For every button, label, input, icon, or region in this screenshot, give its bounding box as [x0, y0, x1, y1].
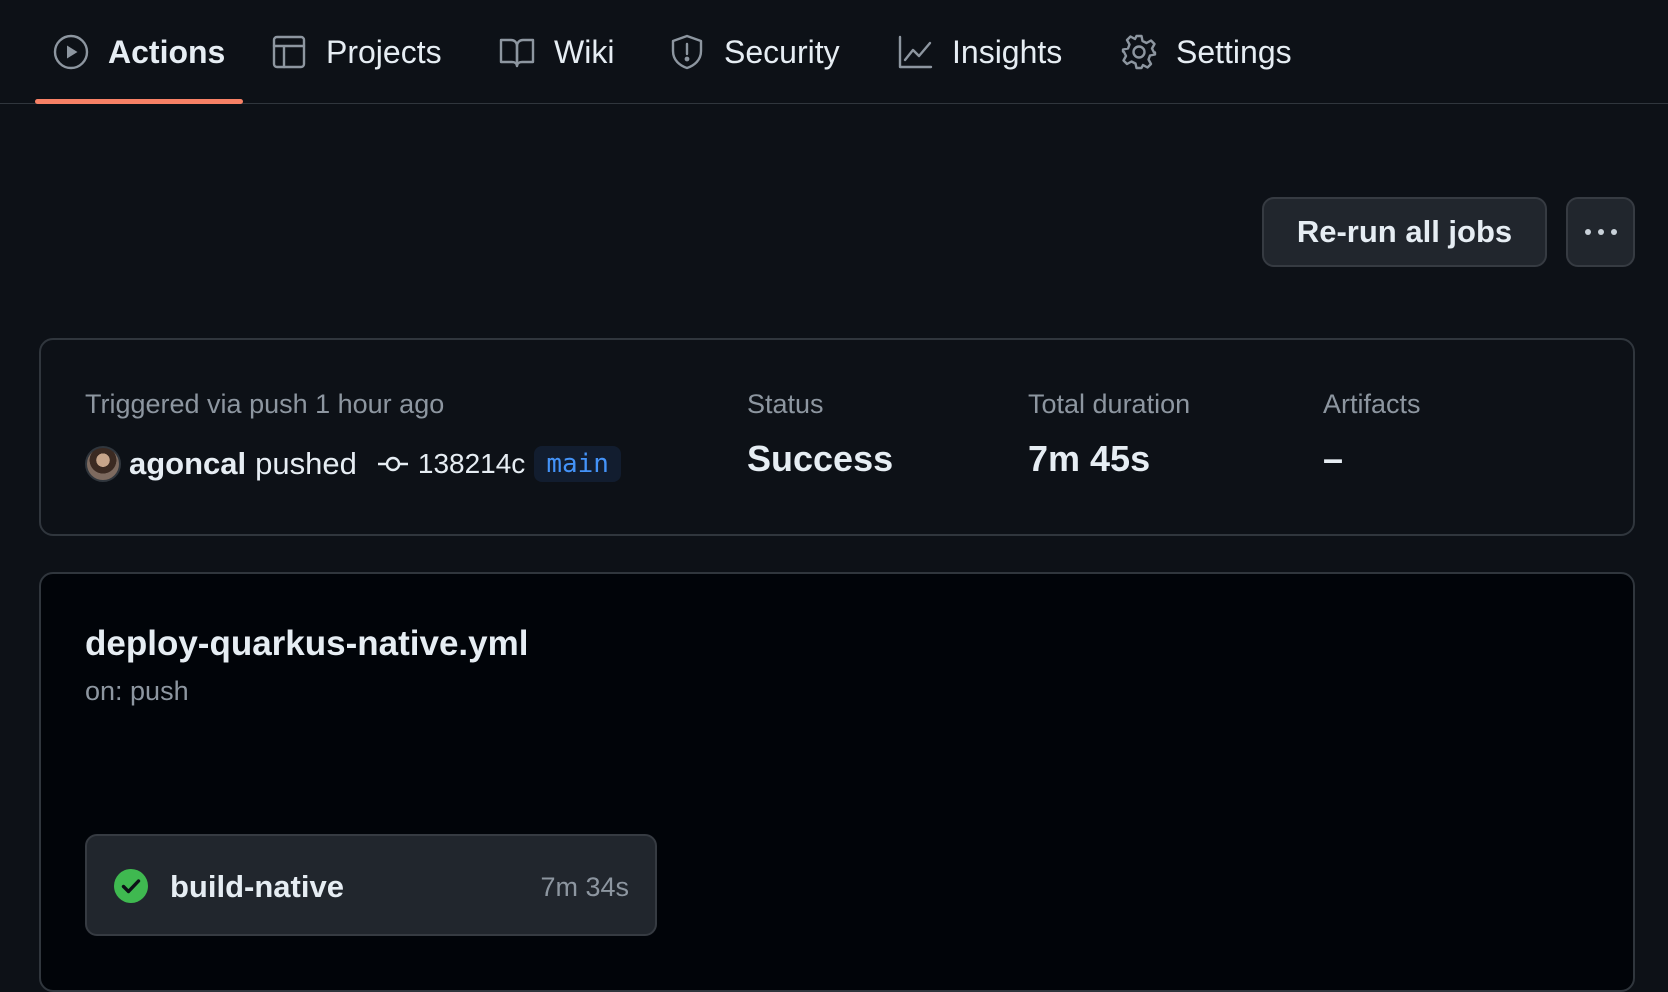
- avatar[interactable]: [85, 446, 121, 482]
- workflow-file-name: deploy-quarkus-native.yml: [85, 624, 529, 663]
- git-commit-icon: [377, 456, 408, 472]
- tab-projects-label: Projects: [326, 33, 442, 70]
- trigger-details: agoncal pushed 138214c main: [85, 444, 621, 484]
- rerun-all-jobs-button[interactable]: Re-run all jobs: [1262, 197, 1547, 267]
- trigger-label: Triggered via push 1 hour ago: [85, 389, 445, 419]
- more-options-button[interactable]: [1566, 197, 1635, 267]
- workflow-trigger: on: push: [85, 676, 189, 706]
- artifacts-label: Artifacts: [1323, 389, 1421, 419]
- job-card-build-native[interactable]: build-native 7m 34s: [85, 834, 657, 936]
- table-icon: [272, 35, 306, 69]
- book-icon: [499, 38, 535, 68]
- trigger-action: pushed: [255, 446, 357, 481]
- kebab-horizontal-icon: [1584, 229, 1617, 235]
- workflow-graph-card: deploy-quarkus-native.yml on: push build…: [39, 572, 1635, 992]
- tab-insights-label: Insights: [952, 33, 1063, 70]
- graph-icon: [898, 35, 933, 69]
- run-summary-card: Triggered via push 1 hour ago agoncal pu…: [39, 338, 1635, 536]
- tab-wiki[interactable]: Wiki: [498, 0, 614, 104]
- job-name: build-native: [170, 869, 344, 904]
- tab-wiki-label: Wiki: [554, 33, 615, 70]
- status-value: Success: [747, 438, 894, 479]
- job-duration: 7m 34s: [540, 872, 629, 902]
- check-circle-icon: [114, 869, 148, 903]
- tab-actions[interactable]: Actions: [34, 0, 244, 104]
- tab-settings[interactable]: Settings: [1120, 0, 1292, 104]
- tab-actions-label: Actions: [108, 33, 226, 70]
- artifacts-value: –: [1323, 438, 1344, 479]
- tab-security[interactable]: Security: [668, 0, 840, 104]
- shield-icon: [671, 34, 703, 70]
- branch-badge[interactable]: main: [534, 446, 621, 482]
- gear-icon: [1121, 34, 1157, 70]
- commit-sha-link[interactable]: 138214c: [418, 448, 525, 480]
- tab-projects[interactable]: Projects: [270, 0, 442, 104]
- tab-security-label: Security: [724, 33, 840, 70]
- duration-value: 7m 45s: [1028, 438, 1151, 479]
- play-icon: [53, 34, 89, 70]
- status-label: Status: [747, 389, 824, 419]
- repo-nav-tabs: Actions Projects Wiki Security Insights: [0, 0, 1668, 104]
- tab-settings-label: Settings: [1176, 33, 1292, 70]
- duration-label: Total duration: [1028, 389, 1191, 419]
- tab-insights[interactable]: Insights: [896, 0, 1062, 104]
- actor-link[interactable]: agoncal: [129, 446, 246, 482]
